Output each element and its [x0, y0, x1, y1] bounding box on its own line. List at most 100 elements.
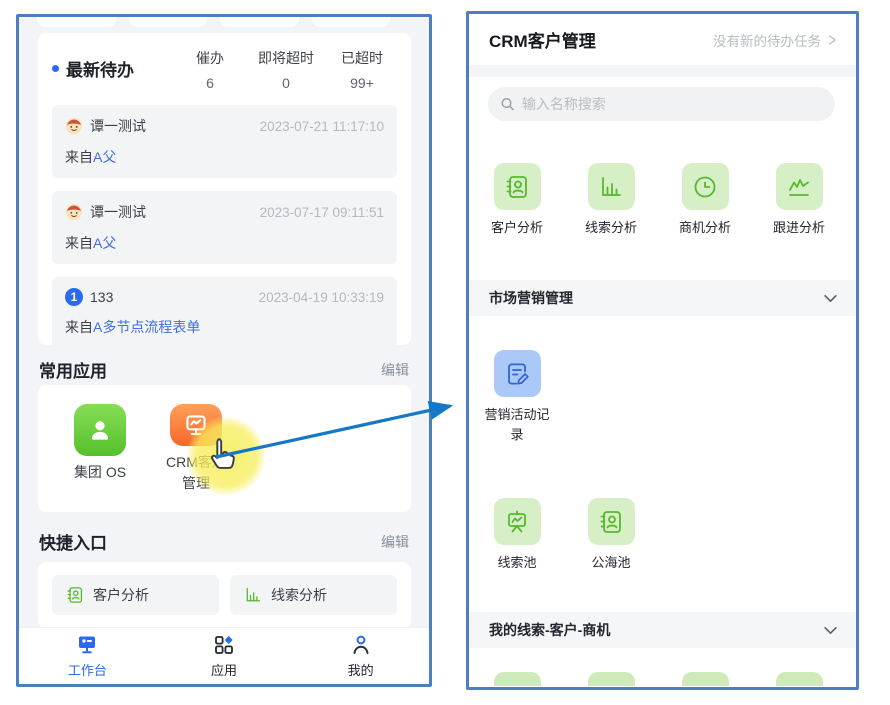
search-icon: [500, 96, 515, 112]
common-apps-card: 集团 OS CRM客户管理: [38, 385, 411, 512]
edit-document-icon: [494, 350, 541, 397]
todo-item[interactable]: 谭一测试 2023-07-21 11:17:10 来自A父: [52, 105, 397, 178]
partial-app-icon: [752, 672, 846, 686]
quick-lead-analysis-button[interactable]: 线索分析: [230, 575, 397, 615]
section-marketing[interactable]: 市场营销管理: [469, 280, 856, 316]
quick-entry-card: 客户分析 线索分析: [38, 562, 411, 628]
app-label: CRM客户管理: [160, 452, 232, 493]
stat-soon-overtime[interactable]: 即将超时 0: [251, 48, 321, 91]
partial-app-icon: [470, 672, 564, 686]
quick-label: 线索分析: [271, 585, 327, 605]
number-badge-icon: 1: [65, 288, 83, 306]
todo-item-name: 133: [90, 289, 113, 305]
todo-item-time: 2023-04-19 10:33:19: [259, 290, 384, 305]
analysis-label: 客户分析: [481, 218, 553, 238]
analysis-row: 客户分析 线索分析 商机分析: [470, 163, 846, 238]
presentation-board-icon: [494, 498, 541, 545]
cutoff-card: [129, 17, 208, 27]
bullet-dot-icon: [52, 65, 59, 72]
analysis-followup[interactable]: 跟进分析: [752, 163, 846, 238]
chevron-right-icon: [826, 34, 838, 46]
analysis-label: 线索分析: [575, 218, 647, 238]
marketing-apps-row: 营销活动记录: [470, 350, 564, 444]
header-divider: [469, 65, 856, 77]
section-my-leads[interactable]: 我的线索-客户-商机: [469, 612, 856, 648]
crm-panel: CRM客户管理 没有新的待办任务: [466, 11, 859, 690]
app-label: 线索池: [481, 553, 553, 573]
todo-from-link[interactable]: A父: [93, 235, 116, 251]
workbench-panel: 最新待办 催办 6 即将超时 0 已超时 99+: [16, 14, 432, 687]
todo-from-link[interactable]: A多节点流程表单: [93, 319, 200, 335]
bar-chart-icon: [588, 163, 635, 210]
cutoff-card: [312, 17, 391, 27]
tab-label: 我的: [348, 660, 374, 679]
common-apps-edit-button[interactable]: 编辑: [381, 360, 409, 380]
cutoff-card: [220, 17, 299, 27]
app-label: 营销活动记录: [481, 405, 553, 444]
app-lead-pool[interactable]: 线索池: [470, 498, 564, 573]
app-marketing-activity-record[interactable]: 营销活动记录: [470, 350, 564, 444]
todo-title: 最新待办: [66, 56, 134, 81]
todo-stats: 催办 6 即将超时 0 已超时 99+: [175, 48, 397, 91]
cutoff-card: [37, 17, 116, 27]
todo-item[interactable]: 谭一测试 2023-07-17 09:11:51 来自A父: [52, 191, 397, 264]
partial-app-icon: [564, 672, 658, 686]
todo-title-wrap: 最新待办: [52, 48, 175, 81]
partial-icons-row: [470, 672, 846, 686]
todo-item-time: 2023-07-21 11:17:10: [260, 119, 384, 134]
screenshot-canvas: 最新待办 催办 6 即将超时 0 已超时 99+: [0, 0, 890, 705]
latest-todo-card: 最新待办 催办 6 即将超时 0 已超时 99+: [38, 33, 411, 345]
todo-list: 谭一测试 2023-07-21 11:17:10 来自A父: [52, 105, 397, 348]
todo-from-prefix: 来自: [65, 235, 93, 251]
todo-header: 最新待办 催办 6 即将超时 0 已超时 99+: [52, 48, 397, 91]
todo-from-link[interactable]: A父: [93, 149, 116, 165]
todo-from-prefix: 来自: [65, 149, 93, 165]
tab-mine[interactable]: 我的: [292, 628, 429, 684]
app-public-sea-pool[interactable]: 公海池: [564, 498, 658, 573]
todo-item[interactable]: 1 133 2023-04-19 10:33:19 来自A多节点流程表单: [52, 277, 397, 348]
search-input[interactable]: [522, 96, 823, 112]
common-apps-title: 常用应用: [39, 357, 107, 382]
search-bar[interactable]: [488, 87, 835, 121]
app-label: 集团 OS: [74, 462, 126, 482]
chevron-down-icon: [823, 291, 838, 306]
tab-label: 应用: [211, 660, 237, 679]
quick-entry-title: 快捷入口: [39, 529, 107, 554]
avatar-icon: [65, 117, 83, 135]
analysis-label: 跟进分析: [763, 218, 835, 238]
chevron-down-icon: [823, 623, 838, 638]
partial-app-icon: [658, 672, 752, 686]
bar-chart-icon: [243, 585, 263, 605]
tab-workbench[interactable]: 工作台: [19, 628, 156, 684]
crm-header: CRM客户管理 没有新的待办任务: [469, 14, 856, 65]
analysis-opportunity[interactable]: 商机分析: [658, 163, 752, 238]
tab-label: 工作台: [68, 660, 107, 679]
quick-label: 客户分析: [93, 585, 149, 605]
apps-grid-icon: [212, 633, 236, 657]
contact-book-icon: [65, 585, 85, 605]
monitor-chart-app-icon: [170, 404, 222, 446]
section-title: 我的线索-客户-商机: [489, 620, 610, 640]
clock-icon: [682, 163, 729, 210]
section-title: 市场营销管理: [489, 288, 573, 308]
pools-row: 线索池 公海池: [470, 498, 658, 573]
stat-overtime[interactable]: 已超时 99+: [327, 48, 397, 91]
todo-status-text: 没有新的待办任务: [713, 30, 821, 50]
app-crm-management[interactable]: CRM客户管理: [160, 404, 232, 493]
app-label: 公海池: [575, 553, 647, 573]
stat-urge[interactable]: 催办 6: [175, 48, 245, 91]
avatar-icon: [65, 203, 83, 221]
tab-apps[interactable]: 应用: [156, 628, 293, 684]
quick-entry-edit-button[interactable]: 编辑: [381, 532, 409, 552]
app-group-os[interactable]: 集团 OS: [64, 404, 136, 493]
person-app-icon: [74, 404, 126, 456]
todo-status-link[interactable]: 没有新的待办任务: [713, 30, 838, 50]
line-chart-icon: [776, 163, 823, 210]
todo-item-name: 谭一测试: [90, 202, 146, 222]
todo-item-name: 谭一测试: [90, 116, 146, 136]
analysis-customer[interactable]: 客户分析: [470, 163, 564, 238]
analysis-lead[interactable]: 线索分析: [564, 163, 658, 238]
quick-customer-analysis-button[interactable]: 客户分析: [52, 575, 219, 615]
contact-book-icon: [588, 498, 635, 545]
workbench-icon: [75, 633, 99, 657]
